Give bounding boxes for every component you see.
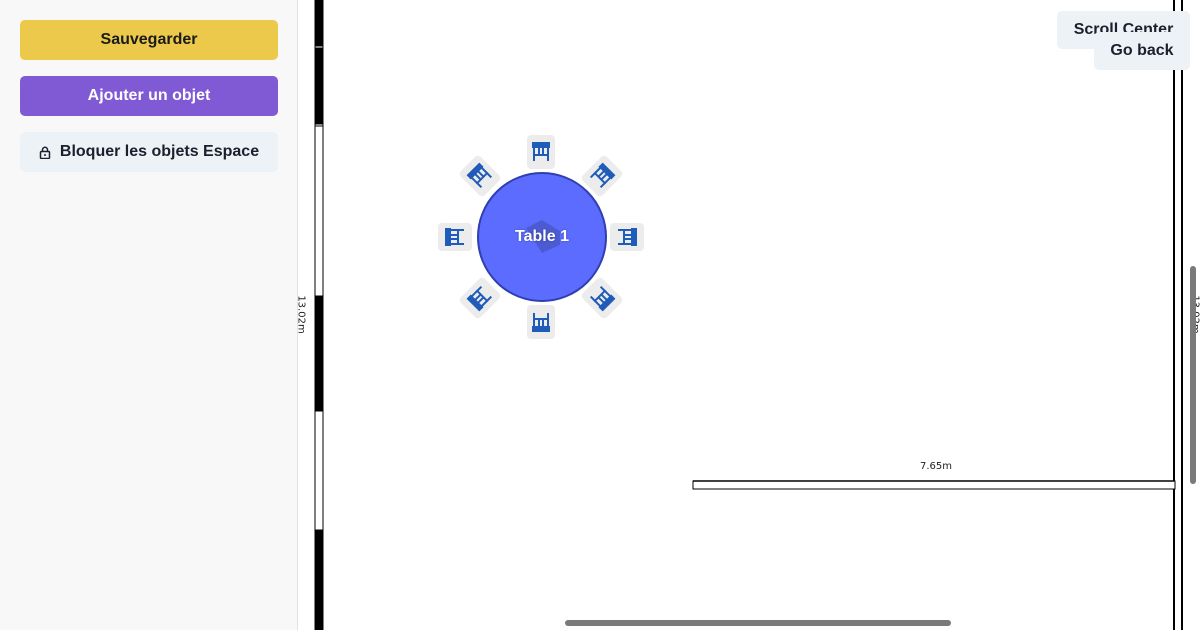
dimension-vertical-left: 13.02m [295, 295, 307, 334]
save-button[interactable]: Sauvegarder [20, 20, 278, 60]
vertical-scrollbar[interactable] [1190, 266, 1196, 484]
lock-icon [39, 146, 51, 159]
add-object-button[interactable]: Ajouter un objet [20, 76, 278, 116]
dimension-horizontal: 7.65m [920, 461, 953, 472]
go-back-button[interactable]: Go back [1094, 32, 1190, 70]
left-wall [314, 0, 324, 630]
go-back-label: Go back [1110, 42, 1174, 59]
save-button-label: Sauvegarder [100, 31, 198, 48]
table-1[interactable] [477, 172, 607, 302]
lock-objects-button-label: Bloquer les objets Espace [59, 143, 260, 160]
lock-objects-button[interactable]: Bloquer les objets Espace [20, 132, 278, 172]
chair-right[interactable] [610, 223, 644, 251]
chair-bottom-left[interactable] [458, 276, 502, 320]
right-wall [1173, 0, 1183, 630]
floor-plan [314, 0, 1183, 630]
inner-wall [692, 480, 1176, 630]
floor-plan-canvas[interactable] [299, 0, 1200, 630]
add-object-button-label: Ajouter un objet [87, 87, 211, 104]
chair-top-left[interactable] [458, 154, 502, 198]
sidebar: Sauvegarder Ajouter un objet Bloquer les… [0, 0, 298, 630]
chair-bottom[interactable] [527, 305, 555, 339]
horizontal-scrollbar[interactable] [565, 620, 951, 626]
chair-top[interactable] [527, 135, 555, 169]
chair-left[interactable] [438, 223, 472, 251]
